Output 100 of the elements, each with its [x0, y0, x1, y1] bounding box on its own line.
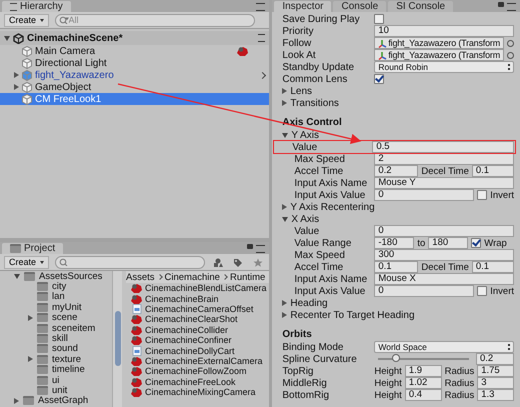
number-field[interactable]: 1.3 — [477, 389, 514, 401]
text-field[interactable]: Mouse X — [374, 273, 514, 285]
folder-icon — [37, 313, 48, 322]
component-icon — [130, 324, 143, 335]
field-label: Spline Curvature — [282, 354, 358, 364]
scene-menu-icon[interactable] — [258, 34, 266, 42]
folder-item[interactable]: sound — [0, 344, 112, 354]
hierarchy-item[interactable]: fight_Yazawazero — [0, 69, 270, 81]
text-field[interactable]: 300 — [374, 249, 514, 261]
asset-item[interactable]: CinemachineClearShot — [126, 314, 270, 325]
object-field[interactable]: fight_Yazawazero (Transform — [374, 37, 504, 49]
foldout[interactable]: Heading — [282, 298, 328, 308]
asset-item[interactable]: CinemachineCollider — [126, 324, 270, 335]
panel-menu-icon[interactable] — [256, 3, 266, 11]
create-dropdown[interactable]: Create — [4, 256, 50, 268]
folder-icon — [37, 292, 48, 302]
checkbox[interactable] — [374, 14, 384, 24]
folder-item[interactable]: unit — [0, 385, 112, 396]
asset-item[interactable]: CinemachineExternalCamera — [126, 356, 270, 366]
asset-item[interactable]: CinemachineMixingCamera — [126, 386, 270, 398]
dropdown[interactable]: World Space — [374, 341, 514, 353]
foldout[interactable]: Recenter To Target Heading — [282, 310, 414, 320]
asset-item[interactable]: CinemachineBlendListCamera — [126, 283, 270, 294]
folder-item[interactable]: sceneitem — [0, 322, 112, 334]
create-dropdown[interactable]: Create — [4, 14, 50, 26]
hierarchy-item[interactable]: Directional Light — [0, 57, 270, 69]
breadcrumb-link[interactable]: Runtime — [230, 272, 266, 282]
component-icon — [130, 335, 143, 346]
folder-item[interactable]: AssetsSources — [0, 271, 112, 282]
foldout[interactable]: Transitions — [282, 98, 339, 108]
checkbox[interactable] — [477, 286, 488, 296]
search-input[interactable]: All — [68, 15, 252, 25]
panel-menu-icon[interactable] — [256, 245, 266, 253]
component-icon — [130, 283, 143, 294]
text-field[interactable]: Mouse Y — [374, 177, 514, 189]
field-label: Decel Time — [421, 166, 469, 176]
script-file-icon — [130, 346, 143, 356]
breadcrumb-link[interactable]: Cinemachine — [164, 272, 220, 282]
number-field[interactable]: 1.9 — [404, 365, 442, 377]
foldout[interactable]: Y Axis Recentering — [282, 202, 375, 212]
number-field[interactable]: 0.1 — [472, 261, 514, 273]
asset-item[interactable]: CinemachineDollyCart — [126, 345, 270, 356]
transform-icon — [378, 50, 388, 60]
scrollbar[interactable] — [112, 271, 122, 407]
tag-icon[interactable] — [233, 258, 244, 266]
hierarchy-item[interactable]: CM FreeLook1 — [0, 93, 270, 105]
number-field[interactable]: 0 — [374, 189, 474, 201]
number-field[interactable]: 0.1 — [472, 165, 514, 177]
asset-item[interactable]: CinemachineConfiner — [126, 334, 270, 346]
hierarchy-tab[interactable]: Hierarchy — [2, 1, 71, 12]
folder-item[interactable]: myUnit — [0, 302, 112, 313]
text-field[interactable]: 0.5 — [372, 141, 514, 153]
foldout[interactable]: X Axis — [282, 214, 320, 224]
cube-icon — [22, 82, 32, 92]
panel-tab[interactable]: Inspector — [274, 1, 332, 12]
folder-item[interactable]: timeline — [0, 364, 112, 375]
checkbox[interactable] — [477, 190, 488, 200]
search-field[interactable]: All — [55, 14, 256, 26]
asset-item[interactable]: CinemachineBrain — [126, 293, 270, 304]
breadcrumb-link[interactable]: Assets — [126, 272, 155, 282]
number-field[interactable]: 0.4 — [404, 389, 442, 401]
panel-menu-icon[interactable] — [507, 3, 516, 11]
text-field[interactable]: 2 — [374, 153, 514, 165]
asset-item[interactable]: CinemachineCameraOffset — [126, 304, 270, 314]
folder-item[interactable]: skill — [0, 333, 112, 344]
folder-item[interactable]: lan — [0, 292, 112, 302]
number-field[interactable]: 0.1 — [374, 261, 418, 273]
text-field[interactable]: 10 — [374, 25, 514, 37]
panel-tab[interactable]: SI Console — [388, 1, 454, 12]
foldout[interactable]: Lens — [282, 86, 312, 96]
foldout[interactable]: Y Axis — [282, 130, 319, 140]
number-field[interactable]: 3 — [477, 377, 514, 389]
slider-thumb[interactable] — [392, 354, 400, 362]
hierarchy-item[interactable]: Main Camera — [0, 45, 270, 57]
number-field[interactable]: 0.2 — [476, 353, 514, 365]
asset-item[interactable]: CinemachineFollowZoom — [126, 366, 270, 377]
search-field[interactable] — [55, 256, 206, 268]
expand-arrow-icon[interactable] — [4, 36, 10, 40]
checkbox[interactable] — [471, 238, 482, 248]
checkbox-label: Invert — [490, 286, 514, 296]
folder-icon — [37, 282, 48, 292]
checkbox[interactable] — [374, 74, 384, 84]
number-field[interactable]: 0.2 — [374, 165, 418, 177]
asset-item[interactable]: CinemachineFreeLook — [126, 376, 270, 387]
folder-item[interactable]: ui — [0, 374, 112, 386]
panel-tab[interactable]: Console — [333, 1, 386, 12]
project-tab[interactable]: Project — [2, 243, 64, 254]
folder-item[interactable]: city — [0, 281, 112, 292]
dropdown[interactable]: Round Robin — [374, 61, 514, 73]
object-field[interactable]: fight_Yazawazero (Transform — [374, 49, 504, 61]
text-field[interactable]: 0 — [374, 225, 514, 237]
number-field[interactable]: -180 — [374, 237, 414, 249]
folder-icon — [37, 365, 48, 374]
number-field[interactable]: 1.75 — [477, 365, 514, 377]
folder-item[interactable]: AssetGraph — [0, 396, 112, 406]
shapes-icon[interactable] — [213, 258, 224, 266]
number-field[interactable]: 0 — [374, 285, 474, 297]
number-field[interactable]: 1.02 — [404, 377, 442, 389]
number-field[interactable]: 180 — [428, 237, 468, 249]
star-icon[interactable] — [253, 258, 264, 266]
